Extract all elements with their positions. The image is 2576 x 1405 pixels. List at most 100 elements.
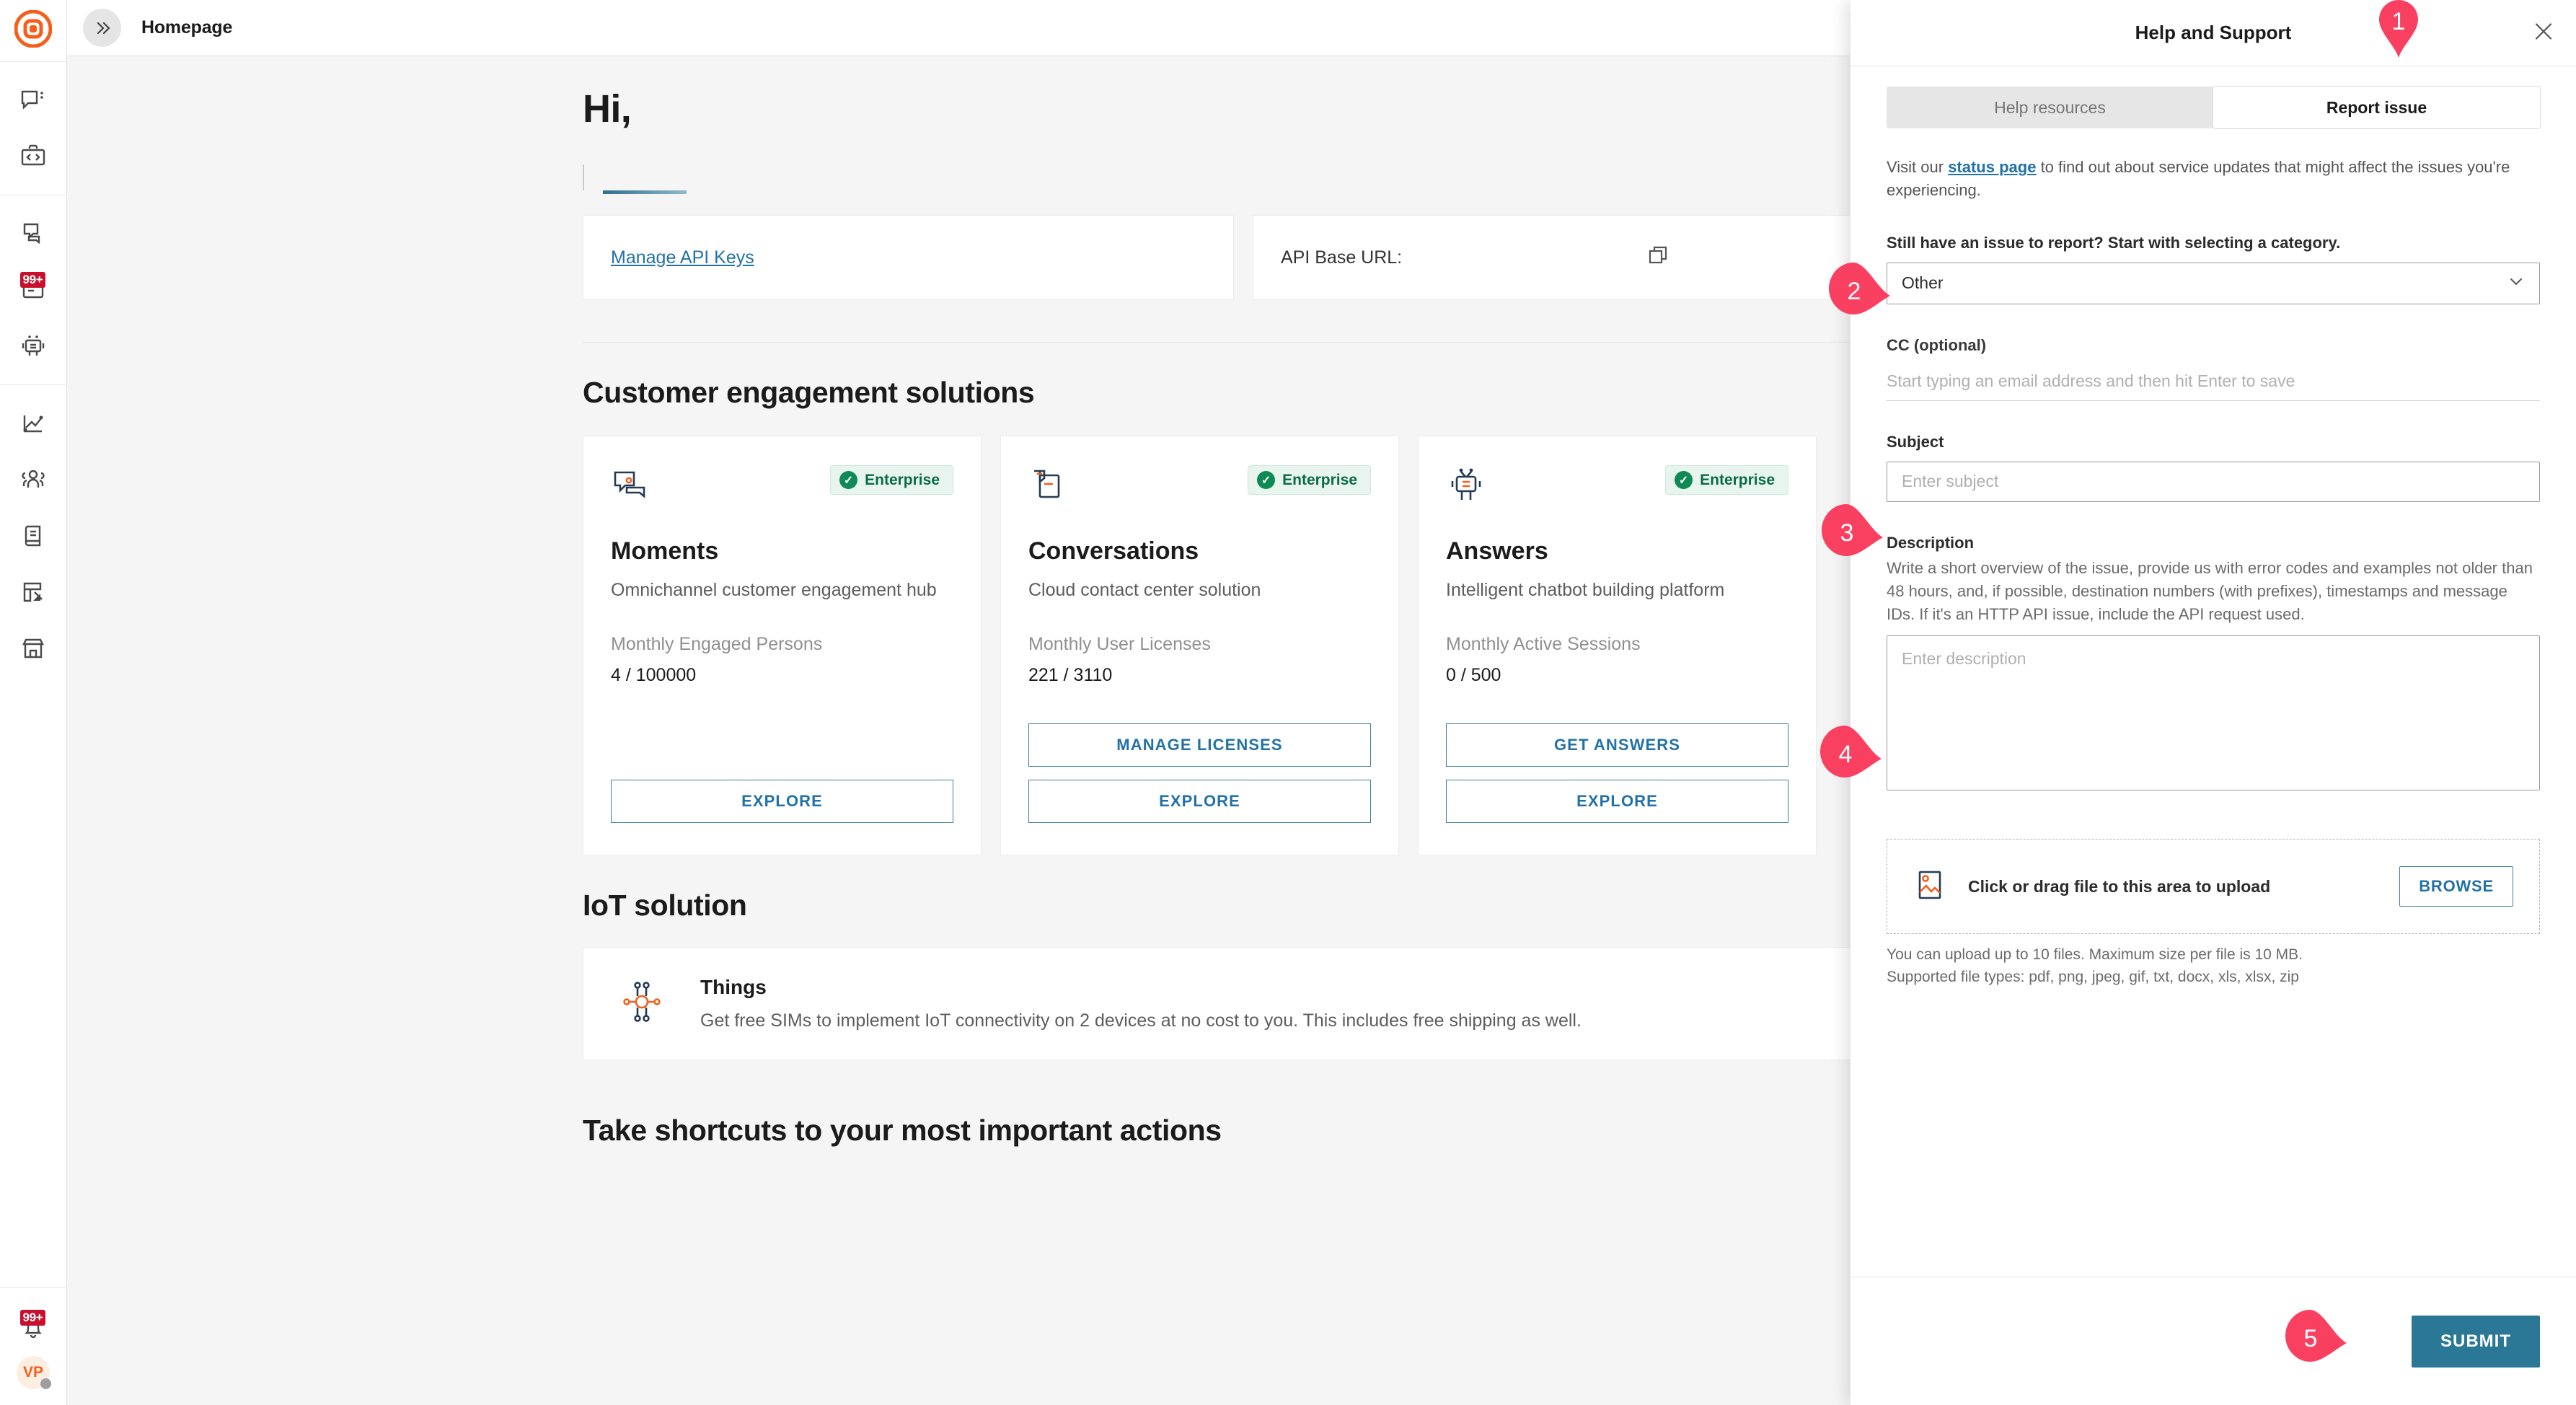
tickets-badge: 99+ — [20, 272, 46, 288]
status-page-link[interactable]: status page — [1948, 158, 2036, 176]
iot-text-block: Things Get free SIMs to implement IoT co… — [700, 976, 1582, 1031]
marker-3: 3 — [1817, 500, 1884, 566]
check-circle-icon: ✓ — [1257, 471, 1275, 489]
sidebar-item-catalog[interactable] — [0, 508, 67, 564]
chip-label: Enterprise — [865, 472, 940, 489]
copy-icon[interactable] — [1647, 244, 1670, 272]
iot-description: Get free SIMs to implement IoT connectiv… — [700, 1010, 1582, 1031]
subject-input[interactable] — [1887, 462, 2540, 502]
moments-chat-icon — [611, 465, 651, 509]
avatar[interactable]: VP — [17, 1356, 50, 1389]
description-textarea[interactable] — [1887, 635, 2540, 790]
sidebar-item-tickets[interactable]: 99+ — [0, 262, 67, 318]
status-badge: ✓ Enterprise — [1665, 465, 1788, 495]
product-card-conversations[interactable]: ✓ Enterprise Conversations Cloud contact… — [1000, 436, 1399, 855]
product-name: Answers — [1446, 537, 1788, 565]
category-select[interactable]: Other — [1887, 263, 2540, 304]
explore-button[interactable]: EXPLORE — [611, 780, 953, 823]
metric-value: 221 / 3110 — [1028, 665, 1371, 686]
spacer — [611, 686, 953, 735]
status-badge: ✓ Enterprise — [1248, 465, 1371, 495]
metric-value: 0 / 500 — [1446, 665, 1788, 686]
marker-number: 3 — [1817, 500, 1884, 566]
card-header: ✓ Enterprise — [611, 465, 953, 513]
submit-button[interactable]: SUBMIT — [2412, 1316, 2540, 1367]
marker-number: 2 — [1825, 258, 1891, 325]
description-label: Description — [1887, 534, 2540, 552]
product-description: Omnichannel customer engagement hub — [611, 580, 953, 601]
description-help-text: Write a short overview of the issue, pro… — [1887, 557, 2540, 626]
explore-button[interactable]: EXPLORE — [1446, 780, 1788, 823]
iot-things-icon — [614, 974, 670, 1034]
divider — [583, 164, 584, 190]
check-circle-icon: ✓ — [839, 471, 857, 489]
metric-value: 4 / 100000 — [611, 665, 953, 686]
sidebar-item-developer-tools[interactable] — [0, 128, 67, 185]
help-and-support-panel: Help and Support Help resources Report i… — [1851, 0, 2576, 1405]
get-answers-button[interactable]: GET ANSWERS — [1446, 723, 1788, 767]
marker-number: 4 — [1816, 721, 1882, 788]
browse-button[interactable]: BROWSE — [2399, 866, 2513, 907]
product-card-answers[interactable]: ✓ Enterprise Answers Intelligent chatbot… — [1418, 436, 1817, 855]
spacer — [1446, 686, 1788, 710]
marker-number: 5 — [2281, 1305, 2347, 1372]
metric-label: Monthly User Licenses — [1028, 634, 1371, 655]
avatar-initials: VP — [23, 1364, 43, 1381]
rail-group-apps: 99+ — [0, 195, 66, 384]
status-page-note: Visit our status page to find out about … — [1887, 156, 2540, 202]
notifications-bell-icon[interactable]: 99+ — [0, 1300, 67, 1356]
cc-input[interactable] — [1887, 362, 2540, 401]
category-selected-value: Other — [1902, 273, 1944, 293]
explore-button[interactable]: EXPLORE — [1028, 780, 1371, 823]
api-base-url-card: API Base URL: — [1253, 215, 1904, 300]
marker-number: 1 — [2365, 0, 2432, 62]
rail-group-primary — [0, 61, 66, 195]
sidebar-item-answers[interactable] — [0, 318, 67, 374]
sidebar-item-exchange[interactable] — [0, 620, 67, 677]
close-icon[interactable] — [2531, 19, 2556, 47]
panel-tabs: Help resources Report issue — [1887, 87, 2540, 128]
metric-label: Monthly Engaged Persons — [611, 634, 953, 655]
manage-api-keys-card: Manage API Keys — [583, 215, 1234, 300]
chip-label: Enterprise — [1282, 472, 1357, 489]
marker-2: 2 — [1825, 258, 1891, 325]
iot-title: Things — [700, 976, 1582, 999]
tab-help-resources[interactable]: Help resources — [1887, 87, 2213, 128]
chevron-down-icon — [2507, 273, 2525, 294]
tab-report-issue[interactable]: Report issue — [2213, 87, 2540, 128]
spacer — [1028, 686, 1371, 710]
account-tab-underline — [603, 190, 687, 194]
panel-body: Visit our status page to find out about … — [1851, 128, 2576, 1277]
left-nav-rail: 99+ — [0, 0, 67, 1405]
file-dropzone[interactable]: Click or drag file to this area to uploa… — [1887, 839, 2540, 934]
sidebar-item-people[interactable] — [0, 452, 67, 508]
manage-api-keys-link[interactable]: Manage API Keys — [611, 247, 754, 268]
product-description: Cloud contact center solution — [1028, 580, 1371, 601]
sidebar-item-moments[interactable] — [0, 206, 67, 262]
notifications-badge: 99+ — [20, 1310, 46, 1326]
note-before: Visit our — [1887, 158, 1948, 176]
marker-5: 5 — [2281, 1305, 2347, 1372]
infobip-logo-icon[interactable] — [14, 10, 52, 51]
sidebar-item-analytics[interactable] — [0, 395, 67, 452]
chevron-double-right-icon[interactable] — [83, 9, 121, 47]
panel-header: Help and Support — [1851, 0, 2576, 66]
breadcrumb[interactable]: Homepage — [141, 17, 232, 38]
cc-label: CC (optional) — [1887, 336, 2540, 355]
manage-licenses-button[interactable]: MANAGE LICENSES — [1028, 723, 1371, 767]
panel-title: Help and Support — [2135, 22, 2292, 44]
card-header: ✓ Enterprise — [1446, 465, 1788, 513]
rail-bottom-group: 99+ VP — [0, 1287, 66, 1405]
upload-note-line1: You can upload up to 10 files. Maximum s… — [1887, 944, 2540, 966]
product-name: Conversations — [1028, 537, 1371, 565]
dropzone-text: Click or drag file to this area to uploa… — [1968, 877, 2270, 897]
rail-group-tools — [0, 384, 66, 687]
conversations-window-icon — [1028, 465, 1069, 509]
marker-4: 4 — [1816, 721, 1882, 788]
category-label: Still have an issue to report? Start wit… — [1887, 234, 2540, 252]
product-card-moments[interactable]: ✓ Enterprise Moments Omnichannel custome… — [583, 436, 982, 855]
sidebar-item-conversations[interactable] — [0, 72, 67, 128]
sidebar-item-flows[interactable] — [0, 564, 67, 620]
chip-label: Enterprise — [1700, 472, 1775, 489]
panel-footer: SUBMIT — [1851, 1277, 2576, 1405]
